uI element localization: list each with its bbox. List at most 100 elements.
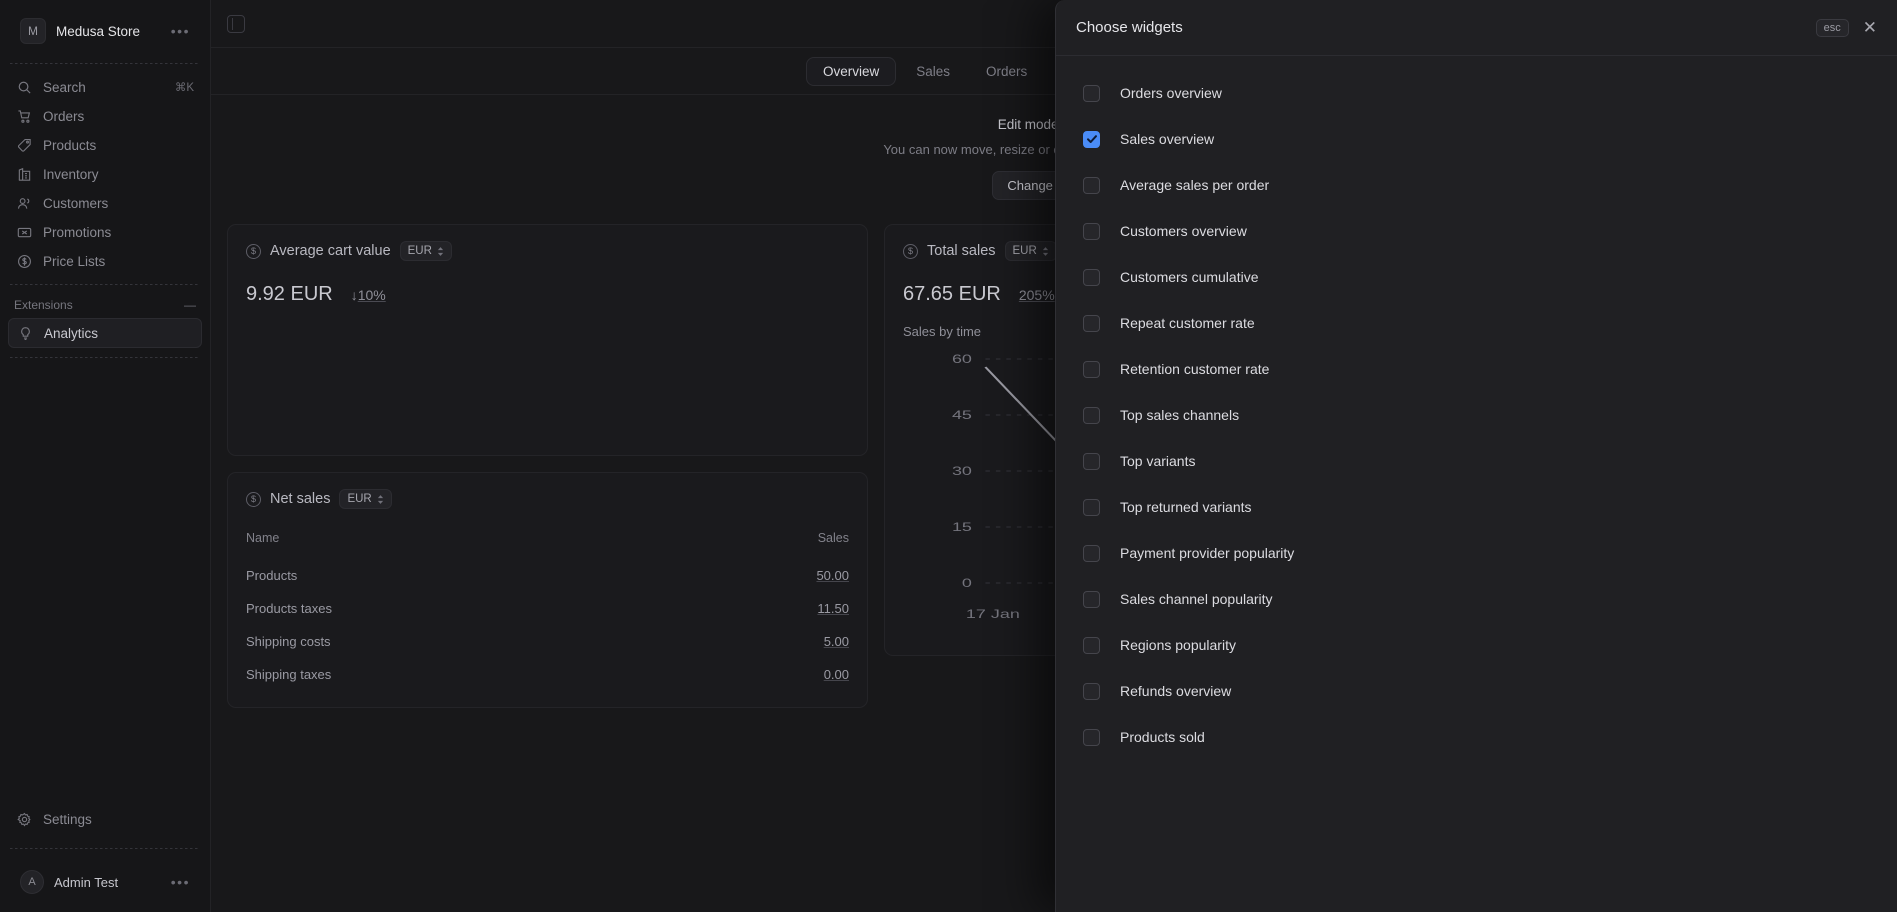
widget-option-customers-overview[interactable]: Customers overview	[1056, 208, 1897, 254]
checkbox-repeat-customer-rate[interactable]	[1083, 315, 1100, 332]
dollar-circle-icon: $	[903, 244, 918, 259]
sidebar-item-analytics[interactable]: Analytics	[8, 318, 202, 348]
app-root: M Medusa Store ••• Search ⌘K Orders	[0, 0, 1897, 912]
widget-option-payment-provider-popularity[interactable]: Payment provider popularity	[1056, 530, 1897, 576]
average-cart-value-card[interactable]: $ Average cart value EUR 9.92 EUR	[227, 224, 868, 456]
column-header-sales: Sales	[683, 531, 849, 559]
currency-selector-average-cart-value[interactable]: EUR	[400, 241, 452, 261]
sidebar-nav: Search ⌘K Orders Products Inventory	[0, 73, 210, 275]
widget-option-customers-cumulative[interactable]: Customers cumulative	[1056, 254, 1897, 300]
widget-option-label: Orders overview	[1120, 85, 1222, 101]
checkbox-average-sales-per-order[interactable]	[1083, 177, 1100, 194]
sidebar-item-inventory[interactable]: Inventory	[8, 160, 202, 188]
choose-widgets-modal: Choose widgets esc ✕ Orders overview Sal…	[1055, 0, 1897, 912]
cell-name: Products	[246, 559, 683, 592]
widget-option-sales-channel-popularity[interactable]: Sales channel popularity	[1056, 576, 1897, 622]
checkbox-refunds-overview[interactable]	[1083, 683, 1100, 700]
table-row: Products taxes 11.50	[246, 592, 849, 625]
widget-option-average-sales-per-order[interactable]: Average sales per order	[1056, 162, 1897, 208]
widget-option-products-sold[interactable]: Products sold	[1056, 714, 1897, 760]
checkbox-top-variants[interactable]	[1083, 453, 1100, 470]
user-menu[interactable]: A Admin Test •••	[8, 862, 202, 902]
cell-sales: 50.00	[683, 559, 849, 592]
checkbox-retention-customer-rate[interactable]	[1083, 361, 1100, 378]
sidebar-item-settings[interactable]: Settings	[8, 805, 202, 833]
tab-orders[interactable]: Orders	[970, 58, 1043, 85]
cell-name: Shipping taxes	[246, 658, 683, 691]
sidebar-item-products[interactable]: Products	[8, 131, 202, 159]
sidebar-bottom-nav: Settings	[0, 805, 210, 839]
widget-option-refunds-overview[interactable]: Refunds overview	[1056, 668, 1897, 714]
store-menu-icon[interactable]: •••	[171, 28, 190, 34]
sidebar-item-orders[interactable]: Orders	[8, 102, 202, 130]
checkbox-orders-overview[interactable]	[1083, 85, 1100, 102]
table-row: Shipping costs 5.00	[246, 625, 849, 658]
widget-option-retention-customer-rate[interactable]: Retention customer rate	[1056, 346, 1897, 392]
tab-overview[interactable]: Overview	[806, 57, 896, 86]
tab-sales[interactable]: Sales	[900, 58, 966, 85]
currency-selector-net-sales[interactable]: EUR	[339, 489, 391, 509]
average-cart-value-title: Average cart value	[270, 243, 391, 259]
sidebar-toggle-icon[interactable]	[227, 15, 245, 33]
esc-key-chip[interactable]: esc	[1816, 19, 1849, 37]
widget-column-left: $ Average cart value EUR 9.92 EUR	[227, 224, 868, 708]
checkbox-payment-provider-popularity[interactable]	[1083, 545, 1100, 562]
net-sales-card[interactable]: $ Net sales EUR Name	[227, 472, 868, 708]
svg-text:0: 0	[962, 577, 972, 590]
tag-icon	[16, 137, 32, 153]
extensions-collapse-icon[interactable]: —	[184, 298, 196, 312]
chevron-updown-icon	[1042, 247, 1049, 256]
sidebar-item-customers[interactable]: Customers	[8, 189, 202, 217]
checkbox-top-returned-variants[interactable]	[1083, 499, 1100, 516]
average-cart-value-metrics: 9.92 EUR ↓10%	[246, 283, 849, 306]
checkbox-sales-channel-popularity[interactable]	[1083, 591, 1100, 608]
net-sales-table: Name Sales Products 50.00 Products taxes	[246, 531, 849, 691]
checkbox-customers-overview[interactable]	[1083, 223, 1100, 240]
sidebar-item-label-orders: Orders	[43, 109, 194, 124]
sidebar-item-label-price-lists: Price Lists	[43, 254, 194, 269]
modal-header: Choose widgets esc ✕	[1056, 0, 1897, 56]
sidebar-item-search[interactable]: Search ⌘K	[8, 73, 202, 101]
checkbox-customers-cumulative[interactable]	[1083, 269, 1100, 286]
dollar-circle-icon: $	[246, 244, 261, 259]
store-name: Medusa Store	[56, 24, 161, 39]
store-switcher[interactable]: M Medusa Store •••	[8, 8, 202, 54]
checkbox-top-sales-channels[interactable]	[1083, 407, 1100, 424]
widget-option-sales-overview[interactable]: Sales overview	[1056, 116, 1897, 162]
sidebar-item-promotions[interactable]: Promotions	[8, 218, 202, 246]
checkbox-products-sold[interactable]	[1083, 729, 1100, 746]
dollar-circle-icon: $	[246, 492, 261, 507]
cell-name: Shipping costs	[246, 625, 683, 658]
gear-icon	[16, 811, 32, 827]
currency-selector-total-sales[interactable]: EUR	[1005, 241, 1057, 261]
svg-text:17 Jan: 17 Jan	[966, 608, 1020, 621]
currency-value: EUR	[1013, 245, 1037, 257]
total-sales-value: 67.65 EUR	[903, 283, 1001, 306]
checkbox-regions-popularity[interactable]	[1083, 637, 1100, 654]
close-icon[interactable]: ✕	[1863, 19, 1877, 36]
currency-value: EUR	[347, 493, 371, 505]
lightbulb-icon	[17, 325, 33, 341]
users-icon	[16, 195, 32, 211]
widget-option-label: Retention customer rate	[1120, 361, 1269, 377]
widget-option-top-variants[interactable]: Top variants	[1056, 438, 1897, 484]
user-menu-icon[interactable]: •••	[171, 879, 190, 885]
checkbox-sales-overview[interactable]	[1083, 131, 1100, 148]
widget-option-label: Customers overview	[1120, 223, 1247, 239]
net-sales-header: $ Net sales EUR	[246, 489, 849, 509]
widget-option-label: Top returned variants	[1120, 499, 1252, 515]
extensions-section-header[interactable]: Extensions —	[0, 294, 210, 318]
widget-option-orders-overview[interactable]: Orders overview	[1056, 70, 1897, 116]
total-sales-delta: 205%	[1019, 287, 1055, 303]
sidebar-item-price-lists[interactable]: Price Lists	[8, 247, 202, 275]
total-sales-title: Total sales	[927, 243, 996, 259]
ticket-icon	[16, 224, 32, 240]
widget-option-top-returned-variants[interactable]: Top returned variants	[1056, 484, 1897, 530]
sidebar-divider-2	[10, 284, 200, 285]
widget-option-repeat-customer-rate[interactable]: Repeat customer rate	[1056, 300, 1897, 346]
extensions-title: Extensions	[14, 298, 73, 312]
cart-icon	[16, 108, 32, 124]
widget-option-top-sales-channels[interactable]: Top sales channels	[1056, 392, 1897, 438]
widget-option-regions-popularity[interactable]: Regions popularity	[1056, 622, 1897, 668]
sidebar-item-label-analytics: Analytics	[44, 326, 193, 341]
